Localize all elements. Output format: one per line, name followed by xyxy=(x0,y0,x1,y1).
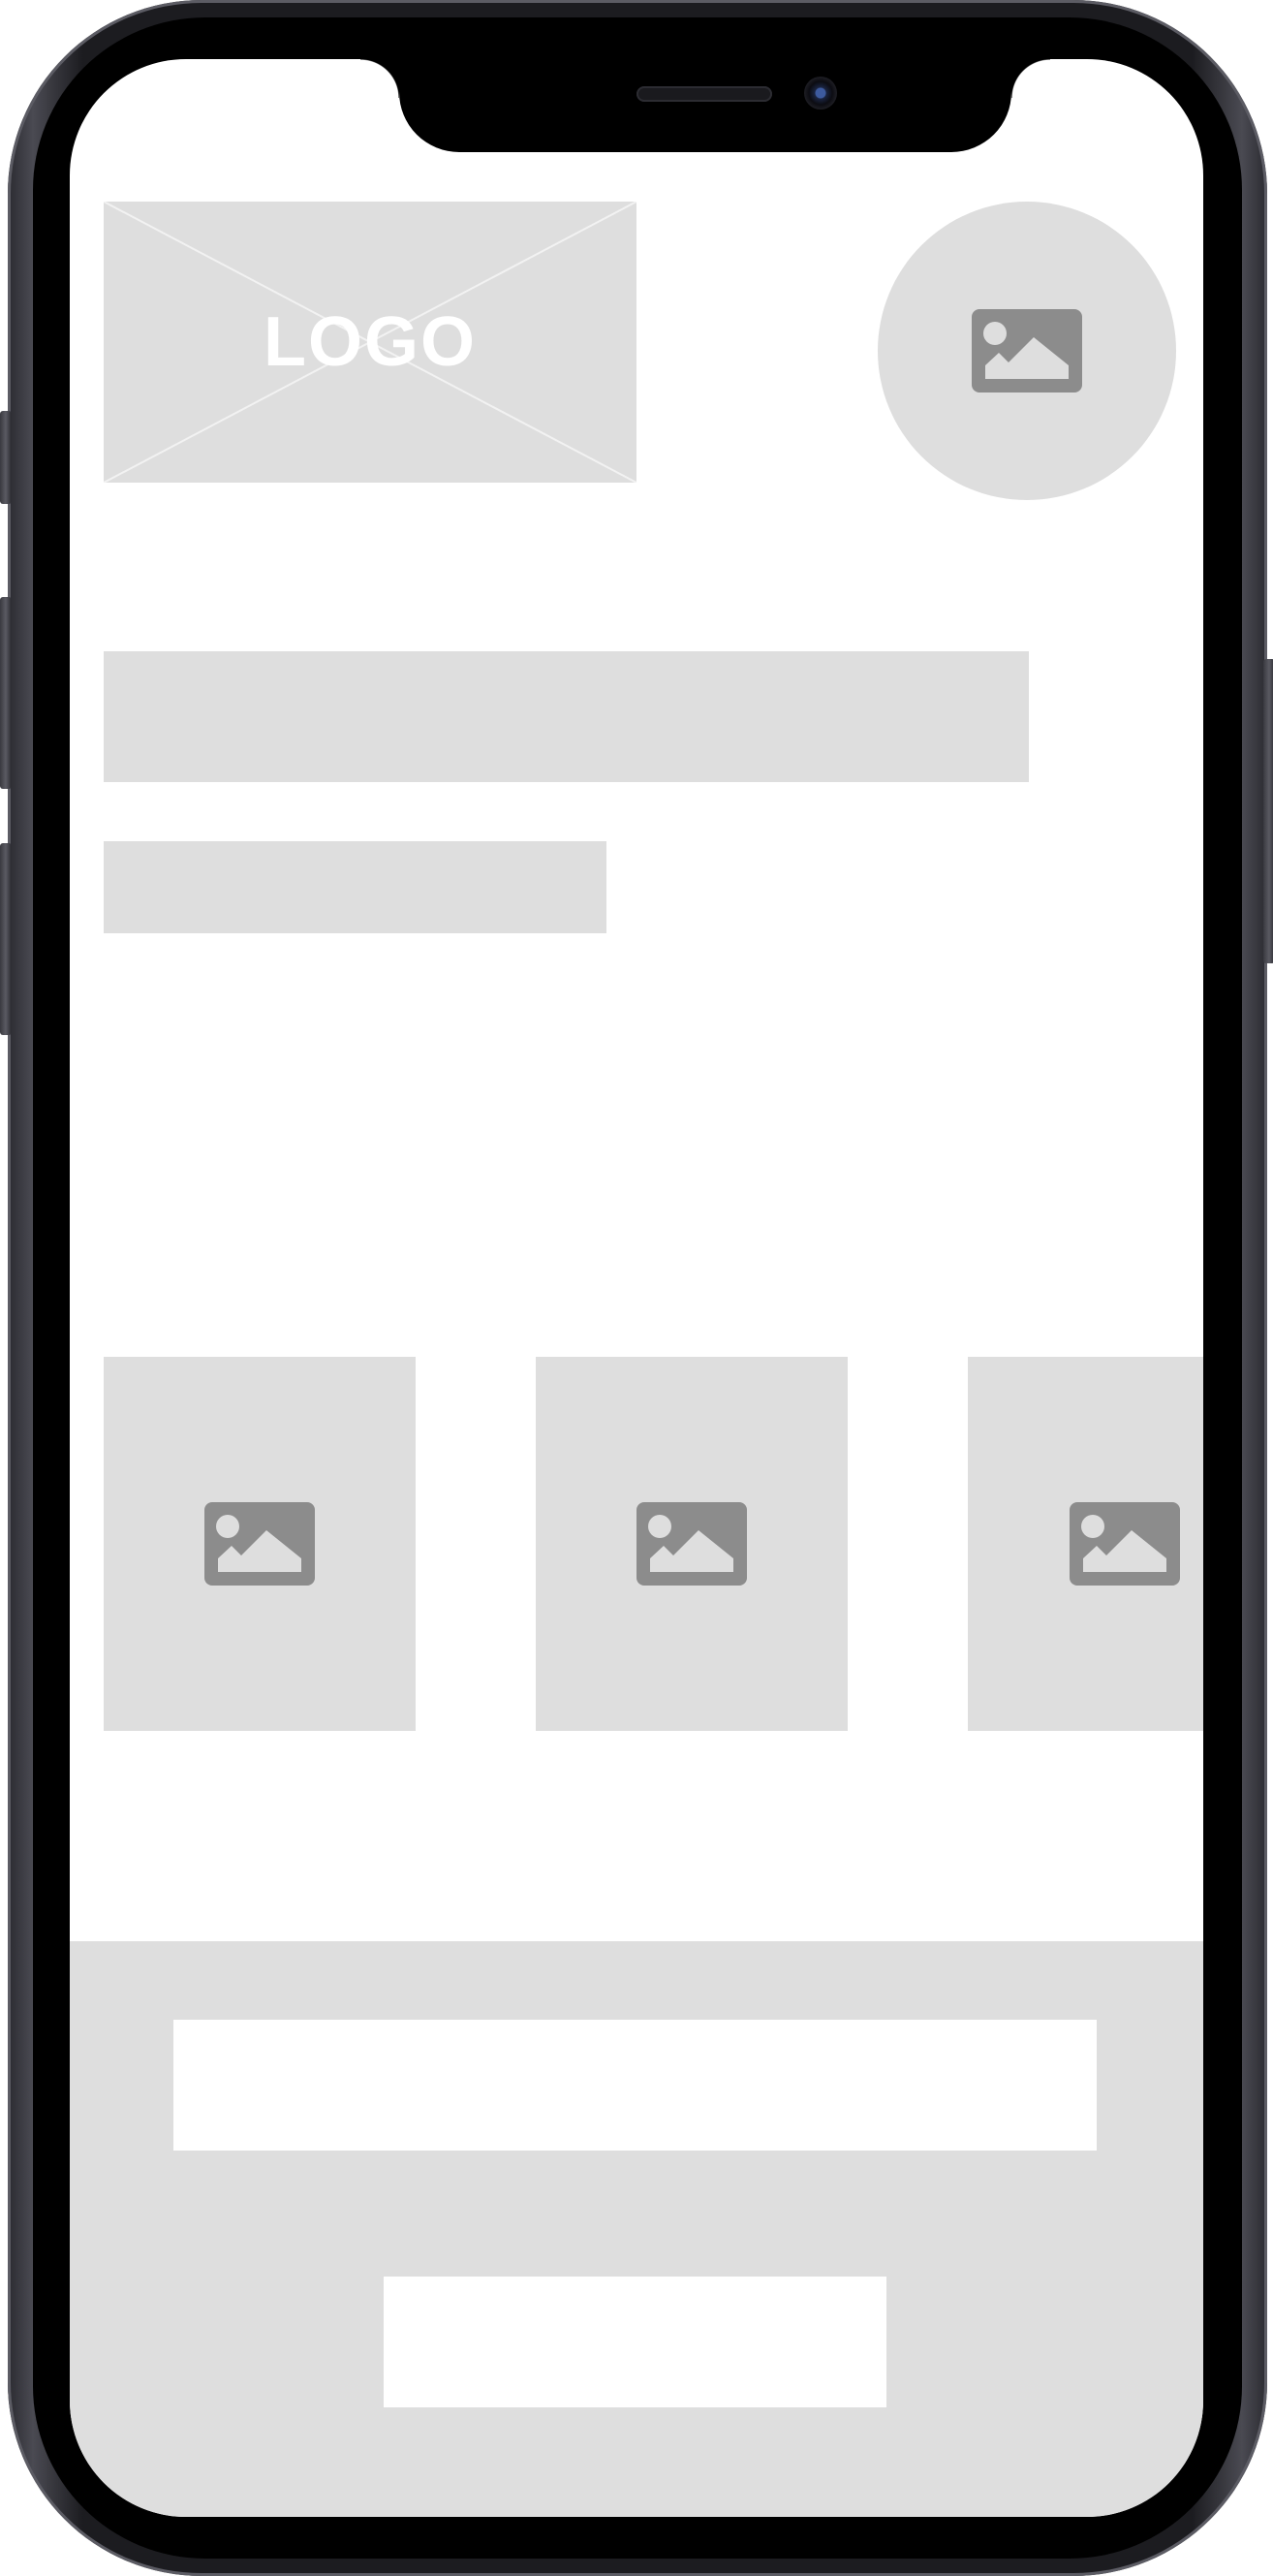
bottom-panel xyxy=(70,1941,1203,2517)
volume-up-button xyxy=(0,597,12,789)
earpiece-speaker xyxy=(636,86,772,102)
subheadline-placeholder xyxy=(104,841,606,933)
front-camera xyxy=(804,77,837,110)
logo[interactable]: LOGO xyxy=(104,202,636,483)
submit-button[interactable] xyxy=(384,2277,886,2407)
phone-screen: LOGO xyxy=(70,59,1203,2517)
image-placeholder-icon xyxy=(636,1502,747,1586)
text-input[interactable] xyxy=(173,2020,1097,2151)
power-button xyxy=(1263,659,1273,963)
mute-switch xyxy=(0,411,12,504)
notch xyxy=(360,59,1050,152)
volume-down-button xyxy=(0,843,12,1035)
headline-placeholder xyxy=(104,651,1029,782)
image-placeholder-icon xyxy=(1070,1502,1180,1586)
image-placeholder-icon xyxy=(972,309,1082,393)
image-placeholder-icon xyxy=(204,1502,315,1586)
avatar[interactable] xyxy=(878,202,1176,500)
carousel-card[interactable] xyxy=(536,1357,848,1731)
logo-text: LOGO xyxy=(264,303,477,381)
carousel-card[interactable] xyxy=(104,1357,416,1731)
carousel-card[interactable] xyxy=(968,1357,1203,1731)
